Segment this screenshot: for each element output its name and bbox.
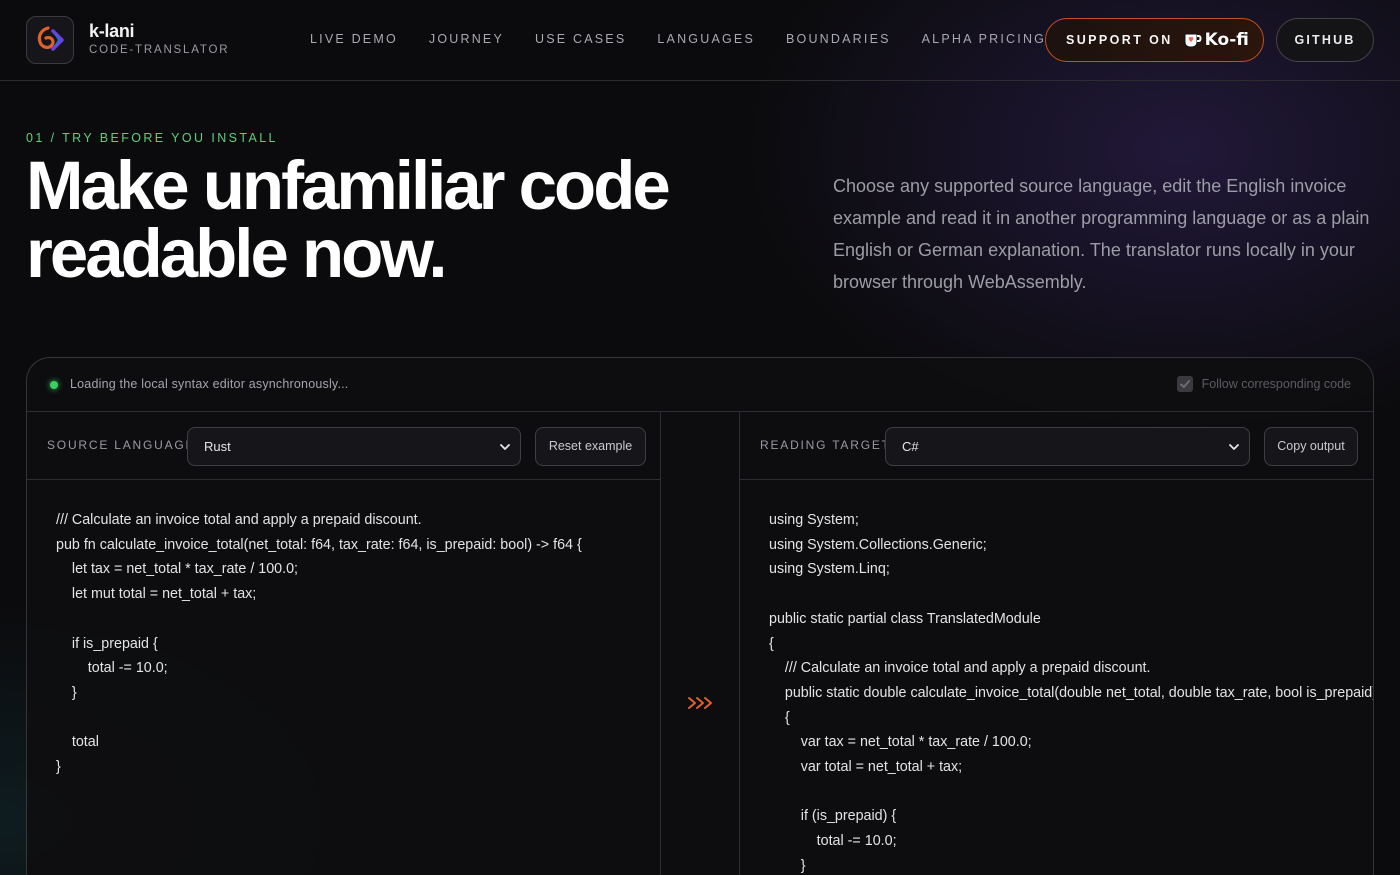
chevron-down-icon bbox=[500, 444, 510, 450]
support-label: SUPPORT ON bbox=[1066, 33, 1173, 47]
section-eyebrow: 01 / TRY BEFORE YOU INSTALL bbox=[26, 131, 278, 145]
checkmark-icon bbox=[1179, 380, 1190, 388]
translator-status-bar: Loading the local syntax editor asynchro… bbox=[27, 358, 1373, 412]
reading-target-value: C# bbox=[902, 439, 919, 454]
source-language-label: SOURCE LANGUAGE bbox=[47, 438, 196, 452]
kofi-brand-text: Ko-fi bbox=[1204, 30, 1249, 50]
brand-subtitle: CODE-TRANSLATOR bbox=[89, 44, 230, 56]
follow-code-toggle[interactable]: Follow corresponding code bbox=[1176, 376, 1351, 392]
target-pane: READING TARGET C# Copy output using Syst… bbox=[739, 412, 1373, 875]
translator-panel: Loading the local syntax editor asynchro… bbox=[26, 357, 1374, 875]
hero-title-line-1: Make unfamiliar code bbox=[26, 147, 671, 224]
reading-target-label: READING TARGET bbox=[760, 438, 891, 452]
support-kofi-button[interactable]: SUPPORT ON Ko-fi bbox=[1045, 18, 1264, 62]
hero-description: Choose any supported source language, ed… bbox=[833, 176, 1370, 292]
nav-use-cases[interactable]: USE CASES bbox=[535, 32, 626, 46]
source-toolbar: SOURCE LANGUAGE Rust Reset example bbox=[27, 412, 660, 480]
status-text: Loading the local syntax editor asynchro… bbox=[70, 377, 349, 391]
target-toolbar: READING TARGET C# Copy output bbox=[740, 412, 1373, 480]
follow-code-label: Follow corresponding code bbox=[1201, 377, 1351, 391]
target-code-output[interactable]: using System; using System.Collections.G… bbox=[769, 508, 1373, 875]
hero-title-line-2: readable now. bbox=[26, 215, 448, 292]
triple-chevron-right-icon bbox=[688, 697, 712, 709]
follow-code-checkbox[interactable] bbox=[1176, 376, 1193, 392]
source-language-value: Rust bbox=[204, 439, 231, 454]
github-button[interactable]: GITHUB bbox=[1276, 18, 1374, 62]
source-pane: SOURCE LANGUAGE Rust Reset example /// C… bbox=[27, 412, 661, 875]
brand-name[interactable]: k-lani bbox=[89, 21, 135, 42]
copy-output-button[interactable]: Copy output bbox=[1264, 427, 1358, 466]
source-code-editor[interactable]: /// Calculate an invoice total and apply… bbox=[56, 508, 660, 780]
nav-alpha-pricing[interactable]: ALPHA PRICING bbox=[922, 32, 1046, 46]
site-header: k-lani CODE-TRANSLATOR LIVE DEMO JOURNEY… bbox=[0, 0, 1400, 81]
nav-journey[interactable]: JOURNEY bbox=[429, 32, 504, 46]
chevron-down-icon bbox=[1229, 444, 1239, 450]
kofi-logo: Ko-fi bbox=[1183, 30, 1249, 50]
status-indicator-icon bbox=[50, 381, 58, 389]
nav-live-demo[interactable]: LIVE DEMO bbox=[310, 32, 398, 46]
brand-logo[interactable] bbox=[26, 16, 74, 64]
source-language-select[interactable]: Rust bbox=[187, 427, 521, 466]
hero-title: Make unfamiliar code readable now. bbox=[26, 151, 786, 288]
nav-languages[interactable]: LANGUAGES bbox=[657, 32, 755, 46]
nav-boundaries[interactable]: BOUNDARIES bbox=[786, 32, 891, 46]
kofi-cup-icon bbox=[1184, 33, 1202, 48]
k-lani-logo-icon bbox=[37, 26, 64, 51]
reading-target-select[interactable]: C# bbox=[885, 427, 1250, 466]
reset-example-button[interactable]: Reset example bbox=[535, 427, 646, 466]
main-nav: LIVE DEMO JOURNEY USE CASES LANGUAGES BO… bbox=[310, 32, 1077, 46]
